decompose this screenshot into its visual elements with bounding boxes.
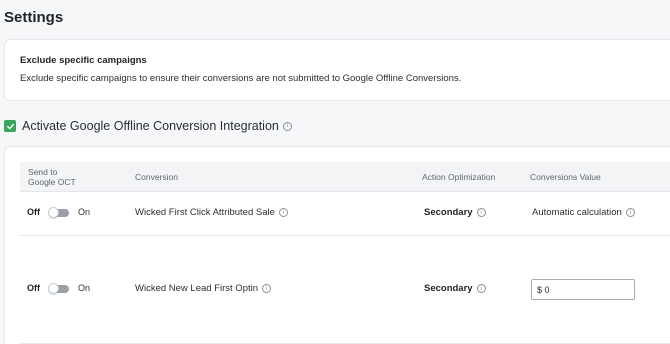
row-divider	[20, 235, 670, 236]
exclude-campaigns-title: Exclude specific campaigns	[20, 55, 147, 66]
header-conversions-value: Conversions Value	[530, 172, 601, 182]
conversions-value: Automatic calculation i	[532, 207, 635, 218]
activate-integration-row: Activate Google Offline Conversion Integ…	[4, 118, 292, 134]
header-send-line2: Google OCT	[28, 177, 76, 187]
conversion-name: Wicked New Lead First Optin i	[135, 283, 272, 294]
send-toggle-group: Off On	[27, 283, 91, 294]
toggle-off-label: Off	[27, 207, 40, 217]
toggle-on-label: On	[78, 283, 91, 293]
toggle-on-label: On	[78, 207, 91, 217]
activate-integration-label: Activate Google Offline Conversion Integ…	[22, 119, 279, 133]
conversion-name: Wicked First Click Attributed Sale i	[135, 207, 288, 218]
activate-integration-checkbox[interactable]	[4, 120, 16, 132]
info-icon[interactable]: i	[282, 121, 292, 131]
info-icon[interactable]: i	[476, 284, 486, 293]
conversion-name-text: Wicked New Lead First Optin	[135, 283, 259, 294]
info-icon[interactable]: i	[625, 208, 635, 217]
send-toggle-switch[interactable]	[48, 283, 70, 294]
conversions-table-card: Send to Google OCT Conversion Action Opt…	[4, 146, 670, 344]
conversions-value-text: Automatic calculation	[532, 207, 622, 218]
action-optimization-text: Secondary	[424, 207, 473, 218]
send-toggle-group: Off On	[27, 207, 91, 218]
header-action-optimization: Action Optimization	[422, 172, 496, 182]
info-icon[interactable]: i	[262, 284, 272, 293]
toggle-off-label: Off	[27, 283, 40, 293]
info-icon[interactable]: i	[476, 208, 486, 217]
header-send-to-google-oct: Send to Google OCT	[28, 167, 76, 187]
send-toggle-switch[interactable]	[48, 207, 70, 218]
conversion-name-text: Wicked First Click Attributed Sale	[135, 207, 275, 218]
header-send-line1: Send to	[28, 167, 58, 177]
switch-knob	[48, 207, 59, 218]
exclude-campaigns-card: Exclude specific campaigns Exclude speci…	[4, 39, 670, 101]
info-icon[interactable]: i	[278, 208, 288, 217]
conversions-value-input[interactable]: $ 0	[531, 279, 635, 300]
table-header: Send to Google OCT Conversion Action Opt…	[20, 162, 670, 192]
action-optimization: Secondary i	[424, 207, 486, 218]
exclude-campaigns-description: Exclude specific campaigns to ensure the…	[20, 73, 462, 84]
header-conversion: Conversion	[135, 172, 178, 182]
action-optimization: Secondary i	[424, 283, 486, 294]
switch-knob	[48, 283, 59, 294]
page-title: Settings	[4, 9, 64, 26]
action-optimization-text: Secondary	[424, 283, 473, 294]
check-icon	[6, 123, 14, 129]
